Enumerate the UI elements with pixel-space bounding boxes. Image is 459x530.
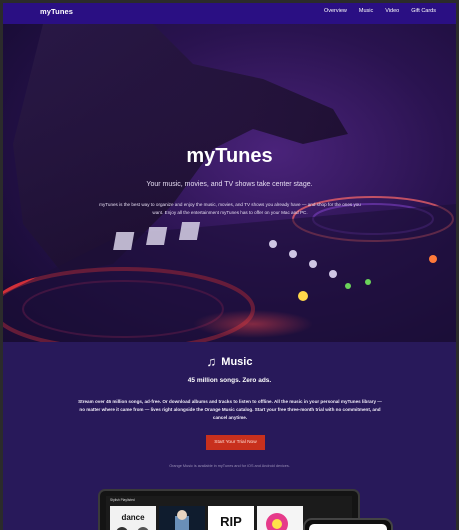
nav-link-music[interactable]: Music	[359, 8, 373, 14]
album-cover-1: dance	[110, 506, 156, 530]
album-cover-1-label: dance	[121, 513, 145, 522]
nav-links: Overview Music Video Gift Cards	[324, 8, 436, 14]
phone-mockup-image	[303, 518, 393, 530]
music-description: Stream over 45 million songs, ad-free. O…	[78, 399, 382, 421]
album-cover-2	[159, 506, 205, 530]
music-note-icon: ♫	[206, 354, 217, 369]
album-cover-4	[257, 506, 303, 530]
brand-logo[interactable]: myTunes	[40, 7, 73, 16]
album-cover-3-label: RIP	[220, 514, 242, 529]
album-grid: dance RIP	[110, 506, 303, 530]
music-heading: ♫ Music	[3, 355, 456, 368]
start-trial-button[interactable]: Start Your Trial Now	[206, 435, 265, 450]
hero-content: myTunes Your music, movies, and TV shows…	[3, 24, 456, 342]
music-heading-label: Music	[221, 355, 253, 368]
nav-link-gift-cards[interactable]: Gift Cards	[411, 8, 436, 14]
phone-notch	[332, 520, 356, 524]
hero-subtitle: Your music, movies, and TV shows take ce…	[146, 181, 313, 188]
top-nav: myTunes Overview Music Video Gift Cards	[3, 3, 456, 24]
album-cover-3: RIP	[208, 506, 254, 530]
hero-section: myTunes Your music, movies, and TV shows…	[3, 24, 456, 342]
hero-title: myTunes	[186, 145, 273, 167]
nav-link-video[interactable]: Video	[385, 8, 399, 14]
music-section: ♫ Music 45 million songs. Zero ads. Stre…	[3, 342, 456, 530]
music-tagline: 45 million songs. Zero ads.	[187, 377, 272, 384]
phone-screen	[309, 524, 387, 530]
nav-link-overview[interactable]: Overview	[324, 8, 347, 14]
screen-playlist-title: Stylish Playlisted	[110, 498, 135, 502]
page-frame: myTunes Overview Music Video Gift Cards	[3, 3, 456, 530]
availability-note: Orange Music is available in myTunes and…	[169, 464, 290, 468]
hero-description: myTunes is the best way to organize and …	[99, 202, 361, 216]
